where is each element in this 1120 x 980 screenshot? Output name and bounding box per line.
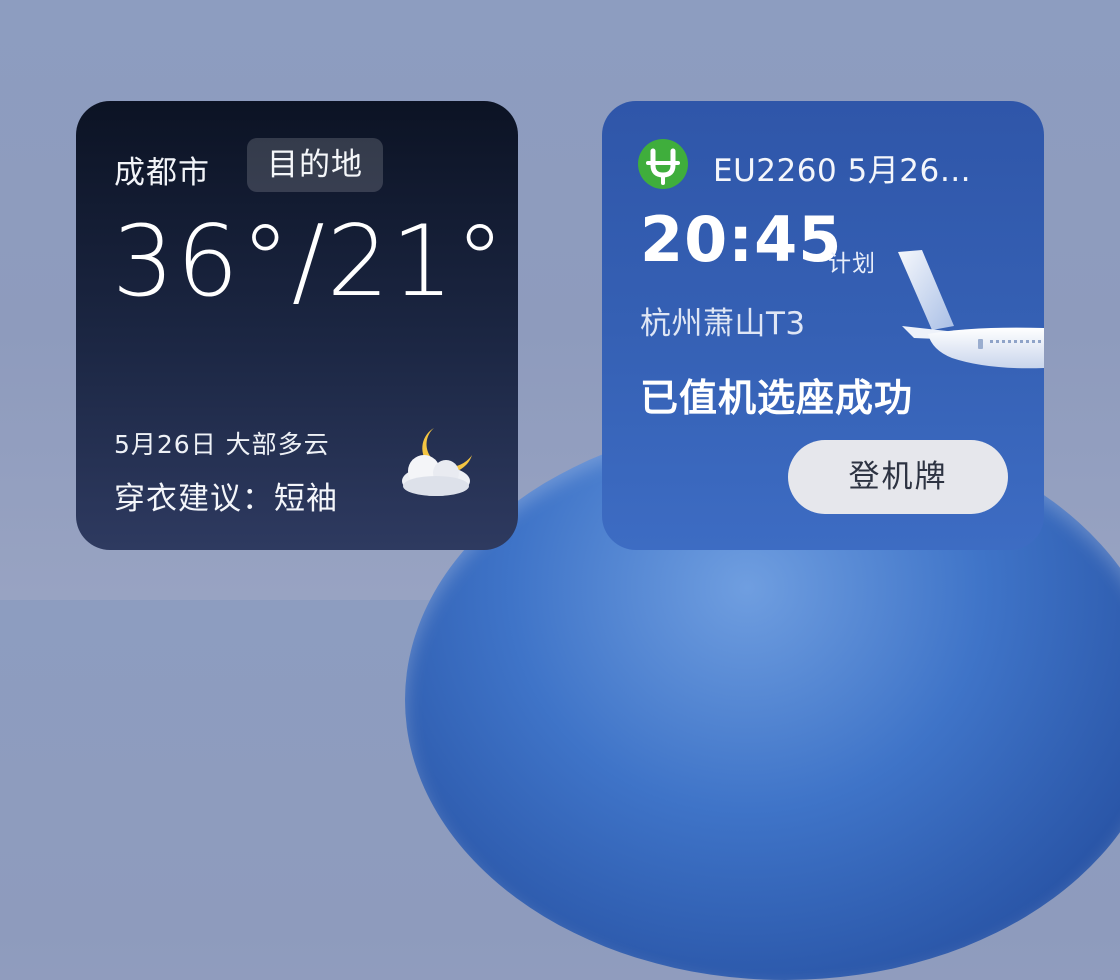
destination-badge: 目的地 [247,138,383,192]
flight-widget[interactable]: EU2260 5月26… 20:45 计划 杭州萧山T3 已值机选座成功 登机牌 [602,101,1044,550]
weather-city: 成都市 [114,155,210,191]
airline-logo-icon [638,139,688,189]
checkin-status: 已值机选座成功 [640,376,914,420]
weather-date-condition: 5月26日 大部多云 [114,430,330,459]
time-type-tag: 计划 [828,251,876,277]
partly-cloudy-night-icon [402,428,472,496]
temperature-range: 36°/21° [112,205,507,319]
departure-time: 20:45 [640,203,843,276]
weather-widget[interactable]: 成都市 目的地 36°/21° 5月26日 大部多云 穿衣建议：短袖 [76,101,518,550]
departure-airport: 杭州萧山T3 [640,306,806,342]
flight-number-date: EU2260 5月26… [713,153,972,189]
boarding-pass-button[interactable]: 登机牌 [788,440,1008,514]
airplane-icon [898,250,1044,369]
clothing-advice: 穿衣建议：短袖 [114,481,338,517]
